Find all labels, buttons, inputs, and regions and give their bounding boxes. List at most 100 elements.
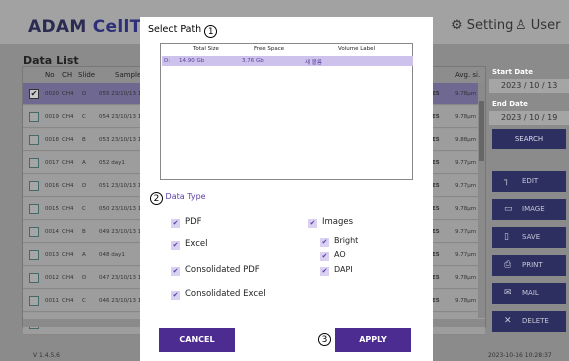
- checkbox-icon[interactable]: ✔: [308, 219, 317, 228]
- option-consolidated-excel[interactable]: ✔ Consolidated Excel: [171, 289, 266, 300]
- row-no: 0011: [45, 298, 59, 304]
- row-slide: B: [82, 137, 86, 143]
- checkbox-icon[interactable]: ✔: [171, 291, 180, 300]
- row-checkbox[interactable]: [29, 296, 39, 306]
- option-consolidated-pdf[interactable]: ✔ Consolidated PDF: [171, 265, 260, 276]
- col-avg-size: Avg. si.: [455, 71, 481, 79]
- checkbox-icon[interactable]: ✔: [320, 252, 329, 261]
- row-checkbox[interactable]: [29, 112, 39, 122]
- option-consolidated-pdf-label: Consolidated PDF: [185, 265, 260, 275]
- row-no: 0018: [45, 137, 59, 143]
- cancel-button[interactable]: CANCEL: [159, 328, 235, 352]
- option-pdf[interactable]: ✔ PDF: [171, 217, 202, 228]
- row-checkbox[interactable]: [29, 181, 39, 191]
- row-ch: CH4: [62, 114, 74, 120]
- image-button[interactable]: ▭ IMAGE: [492, 199, 566, 220]
- step-1-marker: 1: [204, 25, 218, 38]
- version-label: V 1.4.5.6: [33, 352, 61, 359]
- col-total-size: Total Size: [193, 46, 219, 52]
- row-ch: CH4: [62, 229, 74, 235]
- row-e5: E5: [432, 114, 440, 120]
- row-slide: C: [82, 114, 86, 120]
- checkbox-icon[interactable]: ✔: [320, 267, 329, 276]
- option-image-bright[interactable]: ✔ Bright: [320, 236, 358, 247]
- option-excel-label: Excel: [185, 239, 208, 249]
- row-e5: E5: [432, 160, 440, 166]
- edit-button[interactable]: ┐ EDIT: [492, 171, 566, 192]
- drive-row-d[interactable]: D: 14.90 Gb 3.76 Gb 새 볼륨: [162, 56, 413, 66]
- data-type-label: Data Type: [165, 192, 206, 201]
- data-type-title: 2 Data Type: [150, 192, 206, 205]
- checkbox-icon[interactable]: ✔: [320, 238, 329, 247]
- row-sample: 051 23/10/13 1: [99, 183, 142, 189]
- row-no: 0012: [45, 275, 59, 281]
- row-checkbox[interactable]: [29, 158, 39, 168]
- row-checkbox[interactable]: [29, 204, 39, 214]
- checkbox-icon[interactable]: ✔: [171, 267, 180, 276]
- delete-button[interactable]: ✕ DELETE: [492, 311, 566, 332]
- option-images[interactable]: ✔ Images: [308, 217, 353, 228]
- print-icon: ⎙: [504, 260, 512, 270]
- row-ch: CH4: [62, 206, 74, 212]
- row-checkbox[interactable]: [29, 135, 39, 145]
- end-date-label: End Date: [492, 100, 528, 108]
- row-no: 0016: [45, 183, 59, 189]
- row-checkbox[interactable]: [29, 227, 39, 237]
- row-avg-size: 9.77μm: [455, 229, 477, 235]
- row-ch: CH4: [62, 91, 74, 97]
- save-label: SAVE: [522, 233, 541, 241]
- option-image-ao[interactable]: ✔ AO: [320, 250, 346, 261]
- setting-button[interactable]: ⚙ Setting: [451, 18, 513, 33]
- row-sample: 049 23/10/13 1: [99, 229, 142, 235]
- row-no: 0019: [45, 114, 59, 120]
- mail-button[interactable]: ✉ MAIL: [492, 283, 566, 304]
- row-sample: 050 23/10/13 1: [99, 206, 142, 212]
- row-e5: E5: [432, 252, 440, 258]
- option-image-bright-label: Bright: [334, 236, 359, 245]
- col-volume-label: Volume Label: [338, 46, 376, 52]
- delete-label: DELETE: [522, 317, 549, 325]
- apply-button[interactable]: APPLY: [335, 328, 411, 352]
- edit-label: EDIT: [522, 177, 539, 185]
- row-ch: CH4: [62, 137, 74, 143]
- row-avg-size: 9.77μm: [455, 160, 477, 166]
- search-button[interactable]: SEARCH: [492, 129, 566, 149]
- drive-list-header: Total Size Free Space Volume Label: [161, 44, 412, 55]
- option-consolidated-excel-label: Consolidated Excel: [185, 289, 266, 299]
- row-slide: A: [82, 252, 86, 258]
- row-slide: C: [82, 298, 86, 304]
- row-checkbox[interactable]: [29, 250, 39, 260]
- option-images-label: Images: [322, 217, 354, 227]
- row-no: 0020: [45, 91, 59, 97]
- drive-name: D:: [164, 58, 171, 64]
- print-button[interactable]: ⎙ PRINT: [492, 255, 566, 276]
- row-avg-size: 9.78μm: [455, 206, 477, 212]
- row-slide: B: [82, 229, 86, 235]
- mail-icon: ✉: [504, 288, 512, 298]
- scrollbar-thumb[interactable]: [479, 101, 484, 161]
- row-e5: E5: [432, 229, 440, 235]
- setting-label: Setting: [466, 18, 514, 33]
- row-e5: E5: [432, 206, 440, 212]
- print-label: PRINT: [522, 261, 543, 269]
- option-excel[interactable]: ✔ Excel: [171, 239, 208, 250]
- row-checkbox[interactable]: [29, 273, 39, 283]
- checkbox-icon[interactable]: ✔: [171, 219, 180, 228]
- row-avg-size: 9.78μm: [455, 114, 477, 120]
- row-e5: E5: [432, 91, 440, 97]
- save-button[interactable]: ▯ SAVE: [492, 227, 566, 248]
- option-image-dapi[interactable]: ✔ DAPI: [320, 265, 353, 276]
- user-button[interactable]: ♙ User: [515, 18, 560, 33]
- row-slide: A: [82, 160, 86, 166]
- row-no: 0013: [45, 252, 59, 258]
- row-checkbox[interactable]: ✔: [29, 89, 39, 99]
- drive-volume: 새 볼륨: [305, 60, 322, 66]
- start-date-field[interactable]: 2023 / 10 / 13: [489, 79, 569, 93]
- mail-label: MAIL: [522, 289, 539, 297]
- checkbox-icon[interactable]: ✔: [171, 241, 180, 250]
- row-ch: CH4: [62, 275, 74, 281]
- row-ch: CH4: [62, 160, 74, 166]
- vertical-scrollbar[interactable]: [478, 83, 485, 318]
- end-date-field[interactable]: 2023 / 10 / 19: [489, 111, 569, 125]
- row-no: 0014: [45, 229, 59, 235]
